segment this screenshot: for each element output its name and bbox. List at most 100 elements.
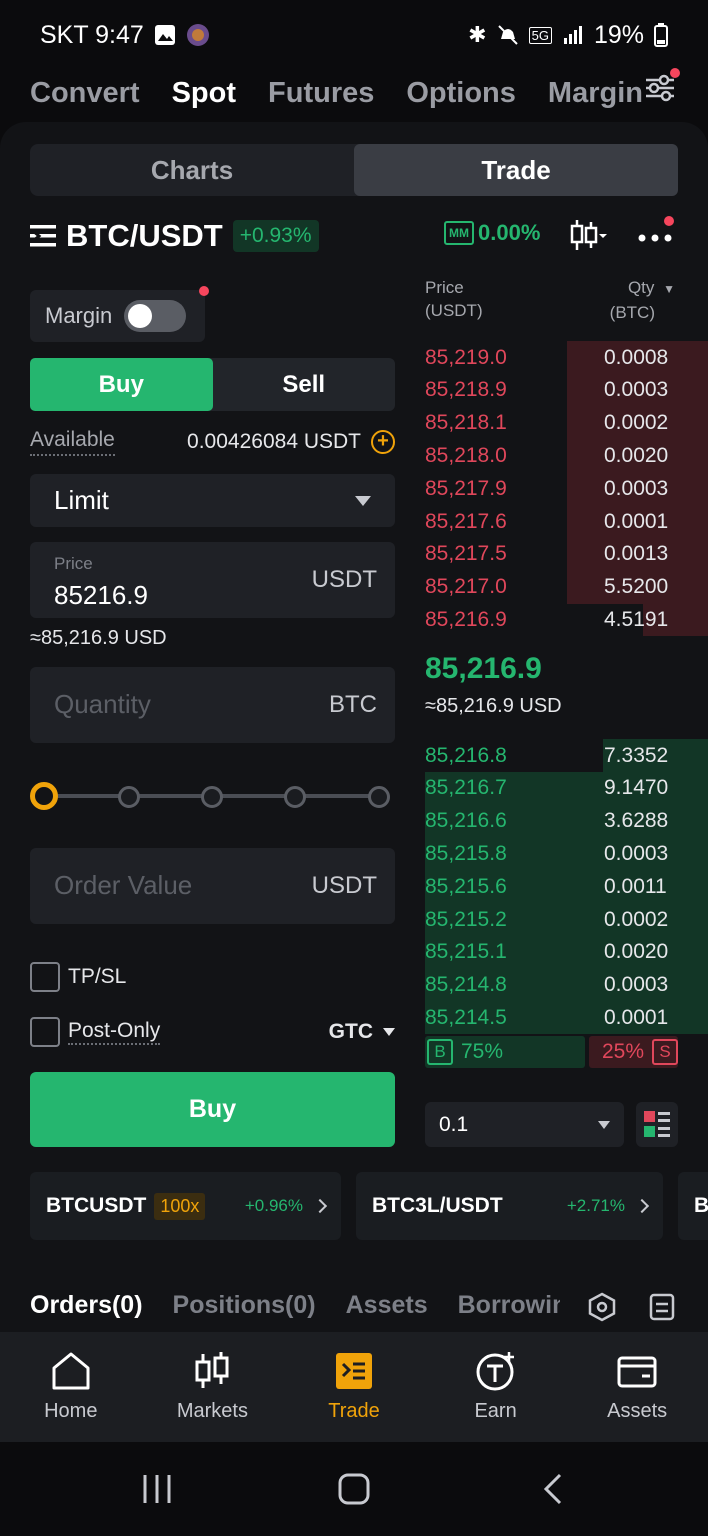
nav-markets[interactable]: Markets xyxy=(142,1332,284,1442)
post-only-label[interactable]: Post-Only xyxy=(68,1019,161,1045)
ask-row[interactable]: 85,217.5 0.0013 xyxy=(425,537,708,571)
nav-trade[interactable]: Trade xyxy=(283,1332,425,1442)
buy-submit-button[interactable]: Buy xyxy=(30,1072,395,1147)
markets-candlestick-icon xyxy=(195,1352,229,1388)
tab-convert[interactable]: Convert xyxy=(30,77,140,110)
buy-tab[interactable]: Buy xyxy=(30,358,213,411)
order-price: 85,215.6 xyxy=(425,874,507,898)
nav-assets[interactable]: Assets xyxy=(566,1332,708,1442)
order-price: 85,215.2 xyxy=(425,907,507,931)
bid-row[interactable]: 85,215.6 0.0011 xyxy=(425,870,708,904)
bid-row[interactable]: 85,214.8 0.0003 xyxy=(425,968,708,1002)
hexagon-settings-icon[interactable] xyxy=(587,1292,617,1322)
price-label: Price xyxy=(54,554,93,573)
slider-step-25[interactable] xyxy=(118,786,140,808)
bid-row[interactable]: 85,216.6 3.6288 xyxy=(425,804,708,838)
ask-row[interactable]: 85,217.0 5.5200 xyxy=(425,570,708,604)
quantity-input[interactable]: Quantity BTC xyxy=(30,667,395,743)
candlestick-chart-icon[interactable] xyxy=(570,218,608,252)
order-qty: 0.0003 xyxy=(604,841,669,865)
available-label[interactable]: Available xyxy=(30,428,115,456)
price-input[interactable]: Price 85216.9 USDT xyxy=(30,542,395,618)
ask-row[interactable]: 85,217.6 0.0001 xyxy=(425,505,708,538)
recent-apps-icon[interactable] xyxy=(140,1472,174,1506)
charts-tab[interactable]: Charts xyxy=(30,144,354,196)
bid-row[interactable]: 85,215.1 0.0020 xyxy=(425,935,708,969)
nav-home[interactable]: Home xyxy=(0,1332,142,1442)
order-type-value: Limit xyxy=(54,485,109,515)
tab-borrowing[interactable]: Borrowing xyxy=(458,1291,560,1320)
ticker-card[interactable]: BTCUSDT 100x +0.96% xyxy=(30,1172,341,1240)
bid-row[interactable]: 85,214.5 0.0001 xyxy=(425,1001,708,1035)
more-options-button[interactable] xyxy=(636,216,676,252)
order-price: 85,219.0 xyxy=(425,345,507,369)
tab-orders[interactable]: Orders(0) xyxy=(30,1291,143,1320)
slider-handle[interactable] xyxy=(30,782,58,810)
ask-row[interactable]: 85,219.0 0.0008 xyxy=(425,341,708,374)
notification-dot xyxy=(199,286,209,296)
order-value-input[interactable]: Order Value USDT xyxy=(30,848,395,924)
ticker-card[interactable]: BTC3L/USDT +2.71% xyxy=(356,1172,663,1240)
slider-step-100[interactable] xyxy=(368,786,390,808)
add-funds-icon[interactable]: + xyxy=(371,430,395,454)
tab-options[interactable]: Options xyxy=(406,77,516,110)
bid-row[interactable]: 85,216.8 7.3352 xyxy=(425,739,708,772)
back-icon[interactable] xyxy=(540,1472,568,1506)
pair-menu-icon[interactable] xyxy=(30,223,58,249)
ticker-card[interactable]: B xyxy=(678,1172,708,1240)
mm-rate[interactable]: MM 0.00% xyxy=(444,220,540,246)
bottom-navigation: Home Markets Trade Earn Assets xyxy=(0,1332,708,1442)
sell-ratio-bar: 25% S xyxy=(589,1036,678,1068)
order-price: 85,217.5 xyxy=(425,542,507,566)
nav-earn[interactable]: Earn xyxy=(425,1332,567,1442)
order-value-placeholder: Order Value xyxy=(54,870,193,900)
ask-row[interactable]: 85,217.9 0.0003 xyxy=(425,472,708,506)
buy-ratio-bar: B 75% xyxy=(425,1036,585,1068)
order-price: 85,218.0 xyxy=(425,443,507,467)
ticker-symbol: BTCUSDT xyxy=(46,1194,147,1217)
bid-row[interactable]: 85,215.8 0.0003 xyxy=(425,837,708,871)
order-history-icon[interactable] xyxy=(649,1293,675,1321)
bid-row[interactable]: 85,215.2 0.0002 xyxy=(425,903,708,936)
order-qty: 0.0020 xyxy=(604,443,669,467)
trade-icon xyxy=(335,1353,372,1389)
tab-assets[interactable]: Assets xyxy=(346,1291,428,1320)
order-price: 85,217.6 xyxy=(425,509,507,533)
time-in-force-select[interactable]: GTC xyxy=(329,1020,395,1044)
ask-row[interactable]: 85,218.1 0.0002 xyxy=(425,406,708,440)
battery-icon xyxy=(654,23,668,47)
tab-margin[interactable]: Margin xyxy=(548,77,643,110)
slider-step-75[interactable] xyxy=(284,786,306,808)
ask-row[interactable]: 85,216.9 4.5191 xyxy=(425,603,708,637)
order-type-select[interactable]: Limit xyxy=(30,474,395,527)
margin-toggle[interactable] xyxy=(124,300,187,332)
bid-row[interactable]: 85,216.7 9.1470 xyxy=(425,771,708,805)
order-price: 85,216.9 xyxy=(425,607,507,631)
settings-filter-button[interactable] xyxy=(642,68,680,106)
sell-tab[interactable]: Sell xyxy=(213,358,396,411)
tab-spot[interactable]: Spot xyxy=(172,77,236,110)
home-button-icon[interactable] xyxy=(337,1472,371,1506)
quantity-slider[interactable] xyxy=(30,782,390,812)
orderbook-header: Price (USDT) Qty ▼ (BTC) xyxy=(425,276,675,322)
pair-header: BTC/USDT +0.93% MM 0.00% xyxy=(30,214,678,258)
5g-icon: 5G xyxy=(528,26,552,44)
ticker-symbol: B xyxy=(694,1194,708,1217)
post-only-checkbox[interactable] xyxy=(30,1017,60,1047)
carrier-time: SKT 9:47 xyxy=(40,20,144,49)
depth-step-select[interactable]: 0.1 xyxy=(425,1102,624,1147)
ask-row[interactable]: 85,218.9 0.0003 xyxy=(425,373,708,407)
trade-tab[interactable]: Trade xyxy=(354,144,678,196)
more-dots-icon xyxy=(638,234,672,242)
orderbook-layout-button[interactable] xyxy=(636,1102,678,1147)
order-qty: 7.3352 xyxy=(604,743,669,767)
ask-row[interactable]: 85,218.0 0.0020 xyxy=(425,439,708,473)
slider-step-50[interactable] xyxy=(201,786,223,808)
qty-column-header[interactable]: Qty ▼ (BTC) xyxy=(610,276,675,324)
tpsl-checkbox[interactable]: TP/SL xyxy=(30,962,126,992)
pair-name[interactable]: BTC/USDT xyxy=(66,218,223,254)
home-icon xyxy=(52,1352,90,1390)
tab-futures[interactable]: Futures xyxy=(268,77,374,110)
price-value: 85216.9 xyxy=(54,580,148,610)
tab-positions[interactable]: Positions(0) xyxy=(173,1291,316,1320)
